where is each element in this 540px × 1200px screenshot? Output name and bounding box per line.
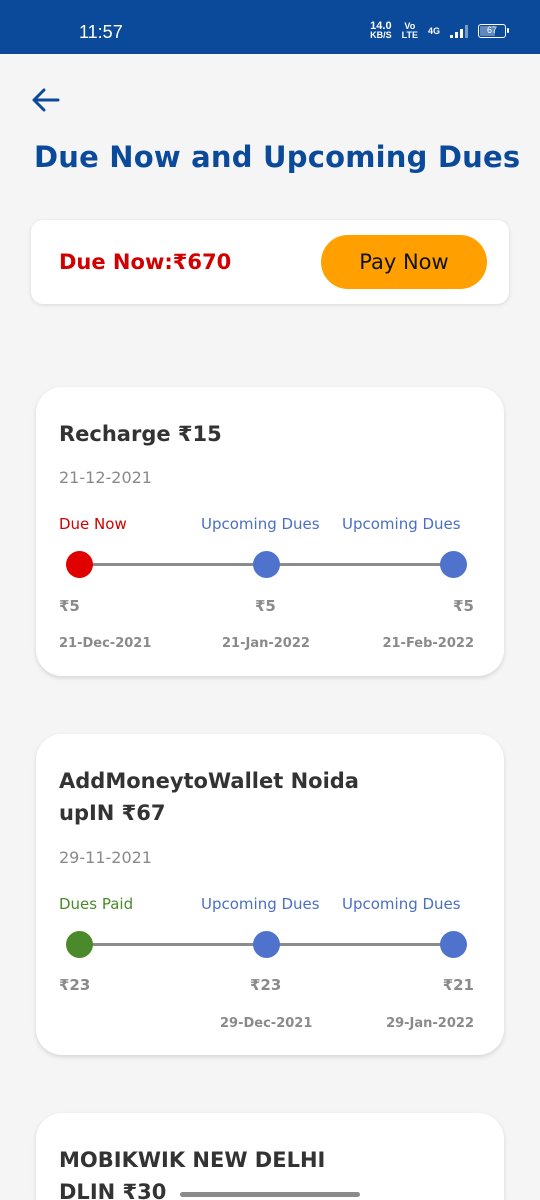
stage-status: Upcoming Dues	[201, 895, 320, 913]
network-type: 4G	[427, 26, 440, 36]
network-speed: 14.0 KB/S	[370, 21, 392, 40]
transaction-title: DLIN ₹30	[59, 1180, 167, 1200]
stage-status: Upcoming Dues	[201, 515, 320, 533]
stage-status: Dues Paid	[59, 895, 134, 913]
home-indicator[interactable]	[180, 1192, 360, 1197]
transaction-date: 21-12-2021	[59, 468, 152, 487]
transaction-card[interactable]: MOBIKWIK NEW DELHI DLIN ₹30	[36, 1113, 504, 1200]
transaction-title: MOBIKWIK NEW DELHI	[59, 1148, 326, 1172]
volte-icon: Vo LTE	[402, 22, 418, 40]
stage-status: Upcoming Dues	[342, 895, 461, 913]
transaction-date: 29-11-2021	[59, 848, 152, 867]
due-now-amount: Due Now:₹670	[59, 250, 232, 274]
stage-amount: ₹21	[442, 976, 474, 994]
battery-icon: 67	[478, 24, 509, 38]
transaction-title: upIN ₹67	[59, 801, 166, 825]
stage-date: 29-Jan-2022	[386, 1016, 474, 1031]
stage-dot	[440, 931, 467, 958]
stage-date: 29-Dec-2021	[220, 1016, 313, 1031]
pay-now-button[interactable]: Pay Now	[321, 235, 487, 289]
battery-level: 67	[486, 25, 497, 35]
stage-amount: ₹23	[59, 976, 91, 994]
status-time: 11:57	[79, 22, 123, 42]
stage-dot	[66, 931, 93, 958]
transaction-card[interactable]: Recharge ₹15 21-12-2021 Due Now Upcoming…	[36, 387, 504, 676]
stage-amount: ₹23	[250, 976, 282, 994]
back-button[interactable]	[30, 84, 62, 116]
volte-bottom: LTE	[401, 30, 418, 40]
stage-dot	[66, 551, 93, 578]
stage-date: 21-Feb-2022	[382, 636, 474, 651]
page-title: Due Now and Upcoming Dues	[34, 140, 521, 174]
transaction-title: Recharge ₹15	[59, 422, 222, 446]
due-now-card: Due Now:₹670 Pay Now	[31, 220, 509, 304]
transaction-title: AddMoneytoWallet Noida	[59, 769, 359, 793]
transaction-card[interactable]: AddMoneytoWallet Noida upIN ₹67 29-11-20…	[36, 734, 504, 1055]
signal-icon	[450, 24, 468, 38]
stage-dot	[253, 551, 280, 578]
arrow-left-icon	[32, 88, 60, 112]
stage-status: Due Now	[59, 515, 127, 533]
stage-date: 21-Dec-2021	[59, 636, 152, 651]
stage-status: Upcoming Dues	[342, 515, 461, 533]
stage-amount: ₹5	[453, 597, 474, 615]
status-bar: 11:57 14.0 KB/S Vo LTE 4G 67	[0, 0, 540, 54]
stage-date: 21-Jan-2022	[222, 636, 310, 651]
stage-amount: ₹5	[59, 597, 80, 615]
status-icons: 14.0 KB/S Vo LTE 4G 67	[370, 21, 509, 40]
network-speed-unit: KB/S	[370, 30, 392, 40]
stage-dot	[253, 931, 280, 958]
stage-amount: ₹5	[255, 597, 276, 615]
stage-dot	[440, 551, 467, 578]
